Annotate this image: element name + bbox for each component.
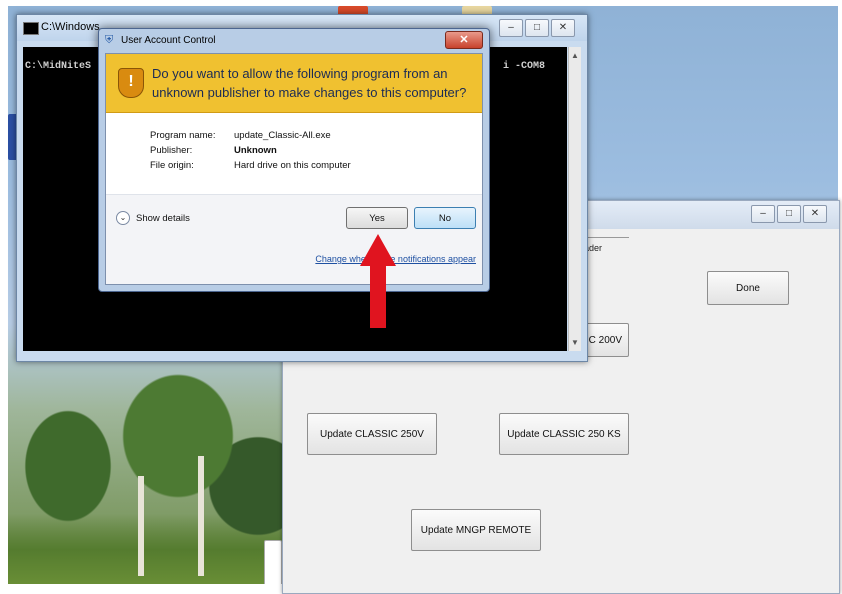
maximize-button[interactable]: □	[777, 205, 801, 223]
done-button[interactable]: Done	[707, 271, 789, 305]
uac-content: ! Do you want to allow the following pro…	[105, 53, 483, 285]
console-scrollbar[interactable]: ▲ ▼	[568, 47, 581, 351]
uac-question: Do you want to allow the following progr…	[152, 66, 467, 100]
detail-key: Publisher:	[150, 145, 193, 156]
detail-value: Unknown	[234, 145, 277, 156]
updater-window-controls: – □ ✕	[751, 205, 827, 223]
close-button[interactable]: ✕	[803, 205, 827, 223]
console-title: C:\Windows	[41, 21, 100, 33]
console-line: C:\MidNiteS	[25, 61, 92, 72]
console-window-controls: – □ ✕	[499, 19, 575, 37]
yes-button[interactable]: Yes	[346, 207, 408, 229]
desktop-shortcut-icon[interactable]	[264, 540, 282, 584]
uac-shield-icon: ⛨	[105, 34, 114, 46]
detail-value: Hard drive on this computer	[234, 160, 351, 171]
uac-footer: ⌄ Show details Yes No Change when these …	[106, 195, 482, 284]
minimize-button[interactable]: –	[751, 205, 775, 223]
uac-dialog: ⛨ User Account Control ✕ ! Do you want t…	[98, 28, 490, 292]
console-icon	[23, 22, 39, 35]
wallpaper-trunk	[138, 476, 144, 576]
wallpaper-trees	[8, 346, 298, 584]
detail-key: File origin:	[150, 160, 194, 171]
update-classic-250v-button[interactable]: Update CLASSIC 250V	[307, 413, 437, 455]
uac-close-button[interactable]: ✕	[445, 31, 483, 49]
no-button[interactable]: No	[414, 207, 476, 229]
detail-row: Program name: update_Classic-All.exe	[150, 130, 351, 145]
show-details-toggle[interactable]: ⌄ Show details	[116, 211, 190, 225]
wallpaper-trunk	[198, 456, 204, 576]
uac-details: Program name: update_Classic-All.exe Pub…	[150, 130, 351, 175]
uac-title: User Account Control	[121, 35, 216, 46]
chevron-down-icon: ⌄	[116, 211, 130, 225]
close-button[interactable]: ✕	[551, 19, 575, 37]
uac-titlebar: ⛨ User Account Control ✕	[99, 29, 489, 51]
warning-shield-icon: !	[118, 68, 144, 98]
minimize-button[interactable]: –	[499, 19, 523, 37]
maximize-button[interactable]: □	[525, 19, 549, 37]
detail-key: Program name:	[150, 130, 216, 141]
update-classic-250ks-button[interactable]: Update CLASSIC 250 KS	[499, 413, 629, 455]
show-details-label: Show details	[136, 212, 190, 224]
uac-warning-banner: ! Do you want to allow the following pro…	[106, 54, 482, 113]
scroll-down-icon[interactable]: ▼	[571, 338, 579, 347]
scroll-up-icon[interactable]: ▲	[571, 51, 579, 60]
update-mngp-remote-button[interactable]: Update MNGP REMOTE	[411, 509, 541, 551]
detail-value: update_Classic-All.exe	[234, 130, 331, 141]
detail-row: File origin: Hard drive on this computer	[150, 160, 351, 175]
console-line: i -COM8	[503, 61, 546, 72]
detail-row: Publisher: Unknown	[150, 145, 351, 160]
red-arrow-icon	[360, 234, 396, 328]
